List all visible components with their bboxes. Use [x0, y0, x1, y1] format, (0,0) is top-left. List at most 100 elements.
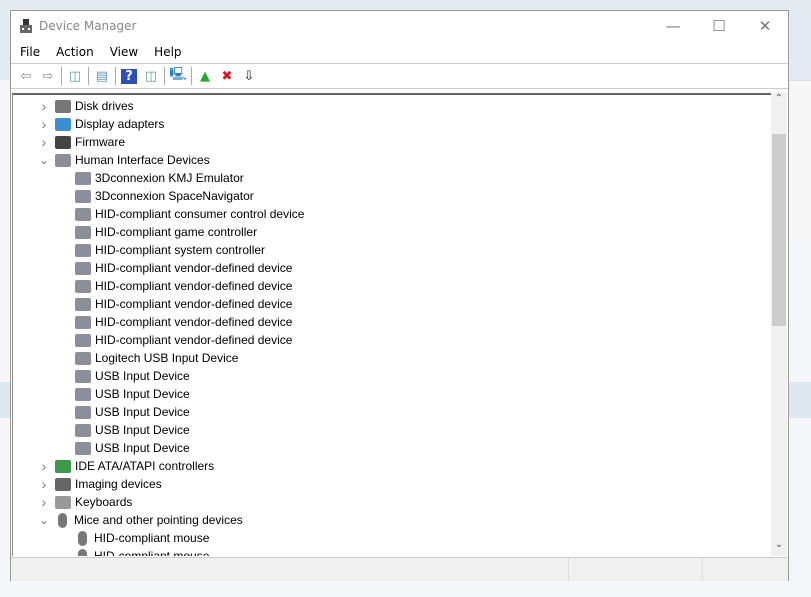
hid-icon: [75, 279, 91, 293]
download-button[interactable]: ⇩: [238, 66, 260, 86]
menu-file[interactable]: File: [11, 45, 47, 59]
menu-view[interactable]: View: [101, 45, 145, 59]
tree-item-label: Display adapters: [75, 117, 165, 131]
tree-item[interactable]: HID-compliant game controller: [13, 223, 771, 241]
scan-hardware-button[interactable]: 🖳: [167, 66, 189, 86]
tree-item-label: USB Input Device: [95, 387, 190, 401]
tree-item[interactable]: HID-compliant system controller: [13, 241, 771, 259]
tree-item-label: USB Input Device: [95, 423, 190, 437]
back-button[interactable]: ⇦: [15, 66, 37, 86]
ide-controller-icon: [55, 459, 71, 473]
toolbar: ⇦ ⇨ ◫ ▤? ◫ 🖳 ▲ ✖ ⇩: [11, 64, 788, 89]
tree-item-label: HID-compliant game controller: [95, 225, 258, 239]
tree-item-label: HID-compliant vendor-defined device: [95, 333, 293, 347]
tree-item-label: Human Interface Devices: [75, 153, 210, 167]
mouse-icon: [58, 512, 67, 528]
scroll-down-button[interactable]: ⌄: [771, 539, 787, 556]
chevron-right-icon[interactable]: ›: [37, 134, 51, 150]
uninstall-icon: ✖: [221, 68, 233, 84]
maximize-button[interactable]: ☐: [696, 11, 742, 41]
chevron-down-icon[interactable]: ⌄: [37, 513, 51, 527]
mouse-icon: [78, 530, 87, 546]
tree-item[interactable]: › Disk drives: [13, 97, 771, 115]
vertical-scrollbar[interactable]: ⌃ ⌄: [771, 93, 787, 556]
hid-icon: [75, 333, 91, 347]
tree-item[interactable]: › Firmware: [13, 133, 771, 151]
tree-item[interactable]: HID-compliant vendor-defined device: [13, 259, 771, 277]
tree-item[interactable]: HID-compliant mouse: [13, 547, 771, 556]
action-pane-button[interactable]: ◫: [140, 66, 162, 86]
tree-item-label: Firmware: [75, 135, 125, 149]
status-pane: [11, 558, 569, 581]
show-hide-console-tree-button[interactable]: ◫: [64, 66, 86, 86]
tree-item[interactable]: USB Input Device: [13, 403, 771, 421]
chevron-right-icon[interactable]: ›: [37, 98, 51, 114]
tree-item[interactable]: USB Input Device: [13, 367, 771, 385]
tree-item[interactable]: › Imaging devices: [13, 475, 771, 493]
hid-icon: [75, 189, 91, 203]
status-bar: [11, 557, 788, 581]
tree-item-label: HID-compliant system controller: [95, 243, 266, 257]
tree-item[interactable]: › IDE ATA/ATAPI controllers: [13, 457, 771, 475]
toolbar-separator: [191, 67, 192, 85]
tree-item[interactable]: HID-compliant vendor-defined device: [13, 313, 771, 331]
tree-item[interactable]: USB Input Device: [13, 421, 771, 439]
hid-icon: [75, 315, 91, 329]
help-button[interactable]: ?: [118, 66, 140, 86]
tree-item[interactable]: USB Input Device: [13, 439, 771, 457]
toolbar-separator: [115, 67, 116, 85]
chevron-right-icon[interactable]: ›: [37, 494, 51, 510]
toolbar-separator: [164, 67, 165, 85]
hid-icon: [75, 171, 91, 185]
tree-item-label: HID-compliant mouse: [94, 549, 210, 556]
tree-item[interactable]: USB Input Device: [13, 385, 771, 403]
tree-item-label: Mice and other pointing devices: [74, 513, 243, 527]
tree-item[interactable]: › Display adapters: [13, 115, 771, 133]
tree-item-label: HID-compliant vendor-defined device: [95, 261, 293, 275]
toolbar-separator: [61, 67, 62, 85]
hid-icon: [75, 423, 91, 437]
download-icon: ⇩: [243, 68, 255, 84]
tree-item[interactable]: › Keyboards: [13, 493, 771, 511]
minimize-button[interactable]: —: [650, 11, 696, 41]
properties-icon: ▤: [95, 68, 109, 84]
close-button[interactable]: ✕: [742, 11, 788, 41]
monitor-icon: [55, 117, 71, 131]
menu-action[interactable]: Action: [47, 45, 101, 59]
chevron-right-icon[interactable]: ›: [37, 116, 51, 132]
tree-item-label: HID-compliant mouse: [94, 531, 210, 545]
tree-item[interactable]: ⌄ Human Interface Devices: [13, 151, 771, 169]
scroll-thumb[interactable]: [772, 134, 786, 326]
update-driver-button[interactable]: ▲: [194, 66, 216, 86]
menu-help[interactable]: Help: [145, 45, 188, 59]
tree-item[interactable]: Logitech USB Input Device: [13, 349, 771, 367]
keyboard-icon: [55, 495, 71, 509]
tree-item[interactable]: 3Dconnexion SpaceNavigator: [13, 187, 771, 205]
hid-icon: [75, 351, 91, 365]
tree-item[interactable]: 3Dconnexion KMJ Emulator: [13, 169, 771, 187]
tree-item[interactable]: HID-compliant vendor-defined device: [13, 331, 771, 349]
tree-item[interactable]: HID-compliant consumer control device: [13, 205, 771, 223]
tree-item[interactable]: HID-compliant vendor-defined device: [13, 295, 771, 313]
forward-button[interactable]: ⇨: [37, 66, 59, 86]
chevron-down-icon[interactable]: ⌄: [37, 153, 51, 167]
disk-icon: [55, 99, 71, 113]
chevron-right-icon[interactable]: ›: [37, 476, 51, 492]
status-pane: [703, 558, 787, 581]
status-pane: [569, 558, 703, 581]
tree-item[interactable]: HID-compliant vendor-defined device: [13, 277, 771, 295]
tree-item[interactable]: ⌄ Mice and other pointing devices: [13, 511, 771, 529]
properties-button[interactable]: ▤: [91, 66, 113, 86]
hid-icon: [75, 261, 91, 275]
scroll-up-button[interactable]: ⌃: [771, 93, 787, 110]
tree-item[interactable]: HID-compliant mouse: [13, 529, 771, 547]
uninstall-button[interactable]: ✖: [216, 66, 238, 86]
tree-item-label: USB Input Device: [95, 405, 190, 419]
forward-icon: ⇨: [42, 68, 54, 84]
window-title: Device Manager: [39, 19, 137, 33]
tree-item-label: IDE ATA/ATAPI controllers: [75, 459, 215, 473]
tree-item-label: Imaging devices: [75, 477, 162, 491]
background-panel: [789, 80, 811, 241]
chevron-right-icon[interactable]: ›: [37, 458, 51, 474]
tree-item-label: Disk drives: [75, 99, 134, 113]
